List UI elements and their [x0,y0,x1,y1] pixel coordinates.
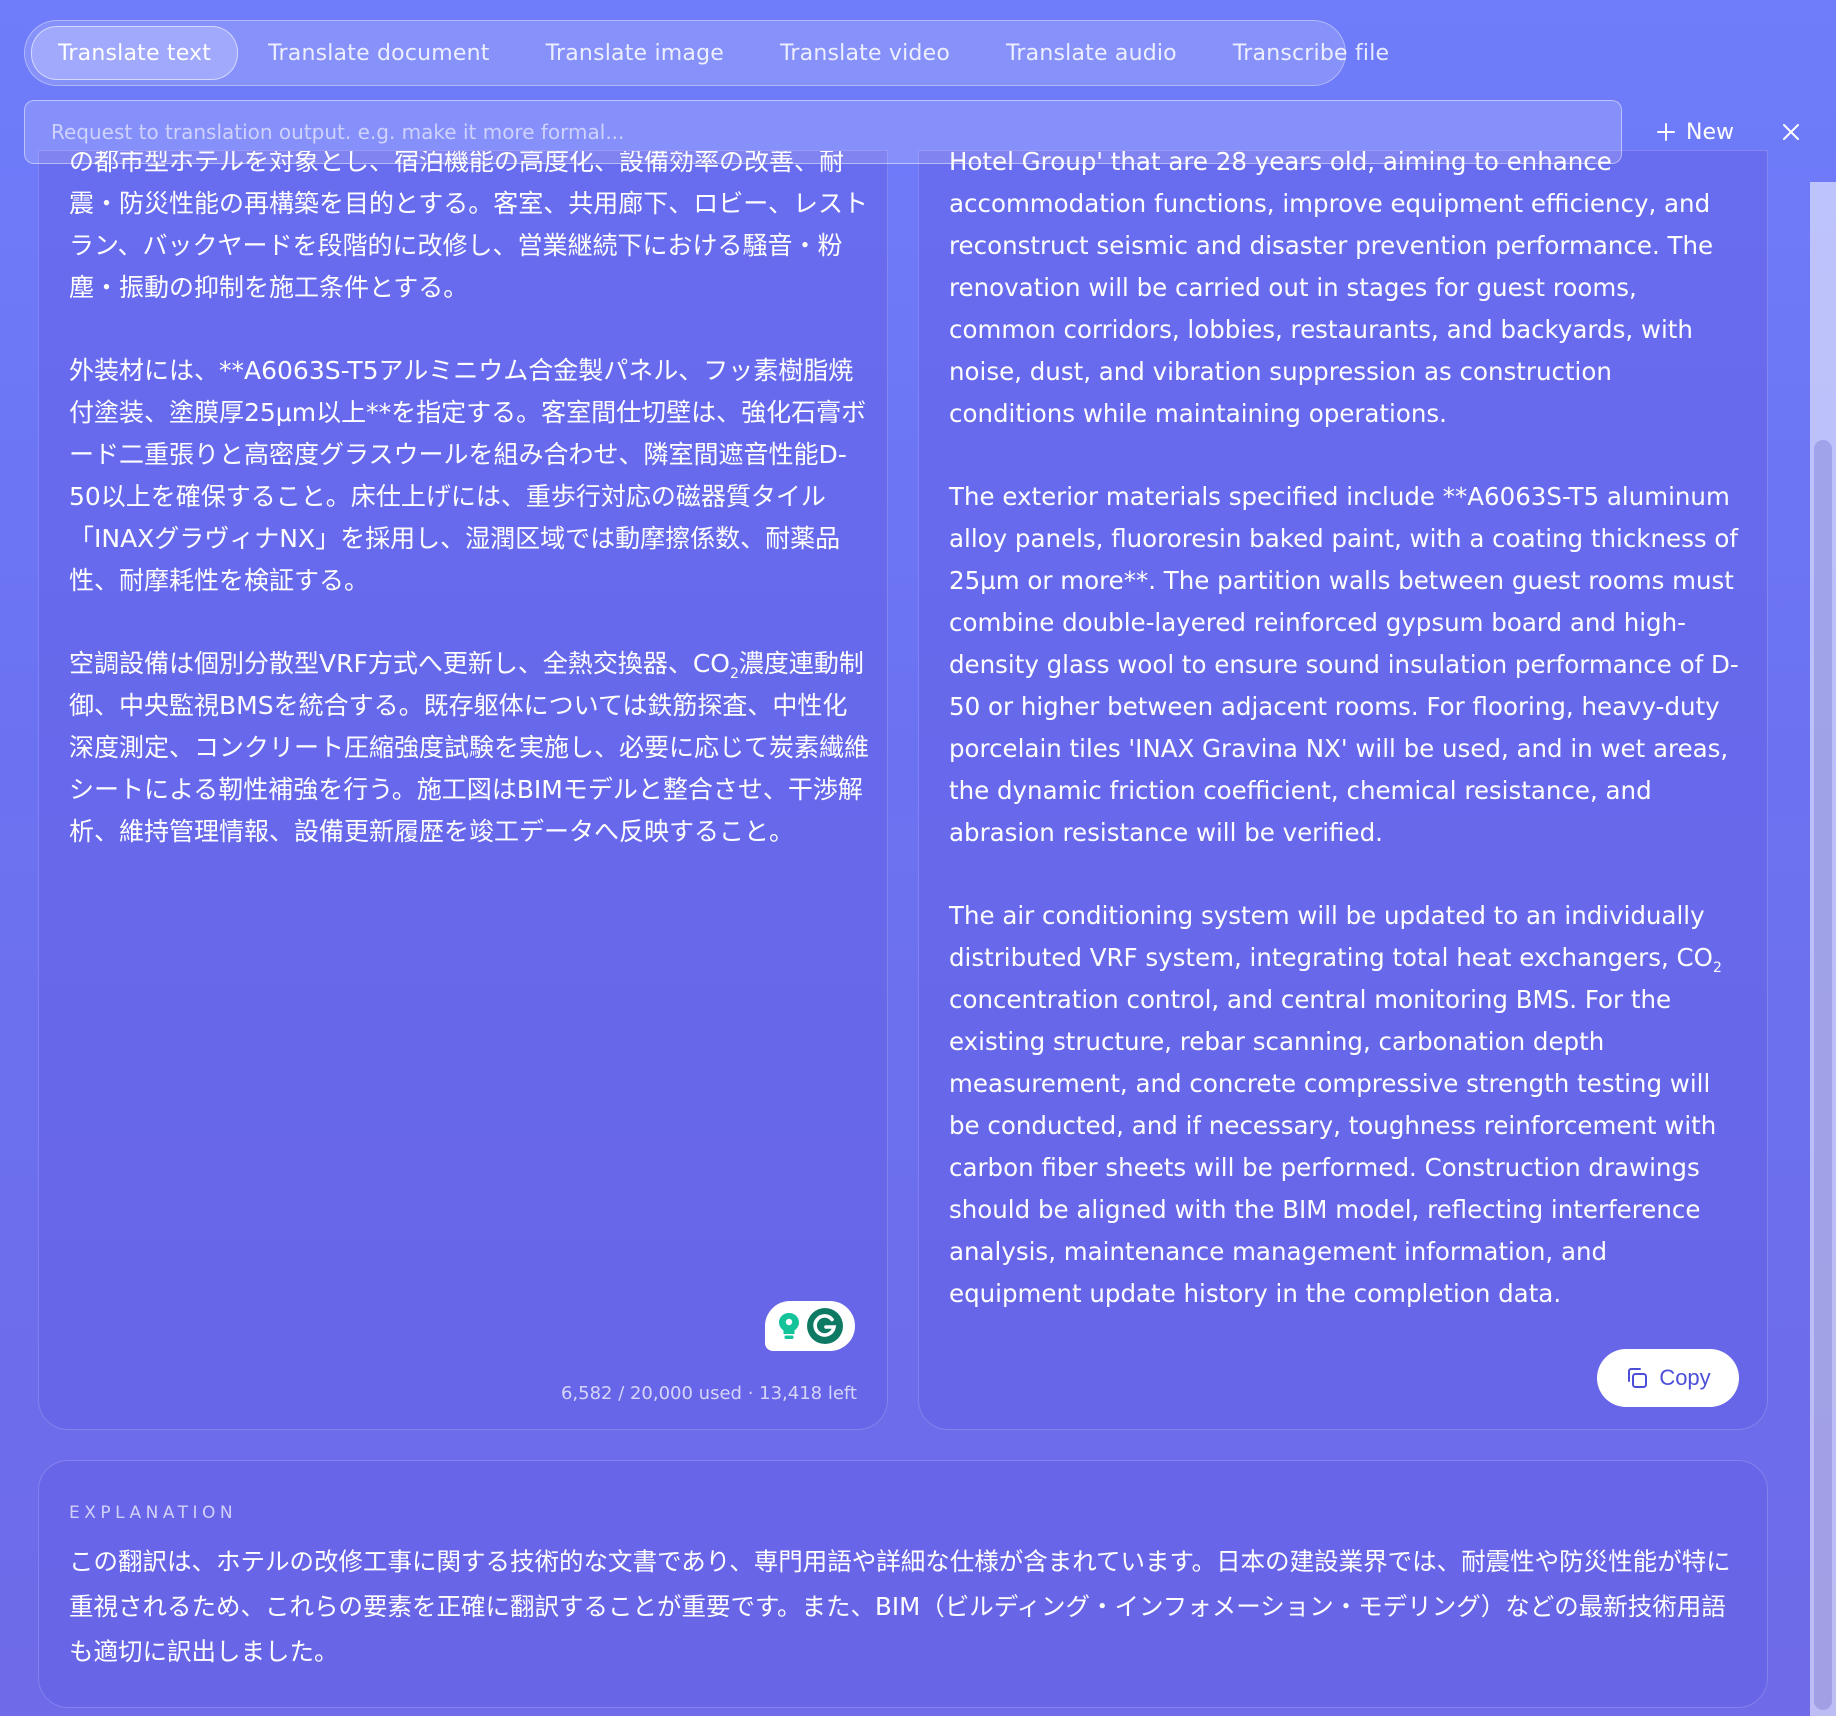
source-paragraph: 外装材には、**A6063S-T5アルミニウム合金製パネル、フッ素樹脂焼付塗装、… [69,356,867,595]
target-paragraph: The air conditioning system will be upda… [949,895,1739,1315]
source-text-panel: の都市型ホテルを対象とし、宿泊機能の高度化、設備効率の改善、耐震・防災性能の再構… [38,150,888,1430]
tab-translate-video[interactable]: Translate video [754,27,976,79]
target-paragraph-part: The air conditioning system will be upda… [949,901,1713,972]
explanation-text: この翻訳は、ホテルの改修工事に関する技術的な文書であり、専門用語や詳細な仕様が含… [69,1547,1731,1666]
explanation-panel: EXPLANATION この翻訳は、ホテルの改修工事に関する技術的な文書であり、… [38,1460,1768,1708]
copy-icon [1628,1368,1648,1388]
source-paragraph: 空調設備は個別分散型VRF方式へ更新し、全熱交換器、CO2濃度連動制御、中央監視… [69,643,869,853]
target-paragraph: The exterior materials specified include… [949,482,1739,847]
character-usage: 6,582 / 20,000 used · 13,418 left [560,1383,857,1404]
lightbulb-icon [779,1313,799,1339]
copy-button[interactable]: Copy [1597,1349,1739,1407]
subscript: 2 [1712,959,1722,976]
translated-text: Hotel Group' that are 28 years old, aimi… [949,150,1739,1356]
instruction-input[interactable] [49,119,1597,145]
explanation-heading: EXPLANATION [69,1503,238,1523]
source-text[interactable]: の都市型ホテルを対象とし、宿泊機能の高度化、設備効率の改善、耐震・防災性能の再構… [69,150,869,894]
tab-translate-audio[interactable]: Translate audio [980,27,1203,79]
source-paragraph-part: 空調設備は個別分散型VRF方式へ更新し、全熱交換器、CO [69,649,730,678]
target-text-panel: Hotel Group' that are 28 years old, aimi… [918,150,1768,1430]
plus-icon [1657,123,1675,141]
tab-transcribe-file[interactable]: Transcribe file [1207,27,1415,79]
page-scrollbar-thumb[interactable] [1814,440,1832,1710]
grammarly-widget[interactable] [765,1301,855,1351]
target-paragraph: Hotel Group' that are 28 years old, aimi… [949,150,1714,428]
source-paragraph-part: 濃度連動制御、中央監視BMSを統合する。既存躯体については鉄筋探査、中性化深度測… [69,649,870,846]
close-button[interactable] [1776,112,1806,152]
mode-tabs: Translate text Translate document Transl… [24,20,1389,86]
tab-translate-text[interactable]: Translate text [31,26,239,80]
close-icon [1783,124,1799,140]
instruction-bar [24,100,1622,164]
new-button[interactable]: New [1656,110,1734,154]
copy-button-label: Copy [1659,1365,1711,1390]
source-paragraph: の都市型ホテルを対象とし、宿泊機能の高度化、設備効率の改善、耐震・防災性能の再構… [69,150,869,302]
tab-translate-image[interactable]: Translate image [520,27,750,79]
subscript: 2 [730,666,739,682]
grammarly-icon [807,1308,843,1344]
tab-translate-document[interactable]: Translate document [242,27,515,79]
new-button-label: New [1686,119,1734,145]
target-paragraph-part: concentration control, and central monit… [949,985,1717,1308]
